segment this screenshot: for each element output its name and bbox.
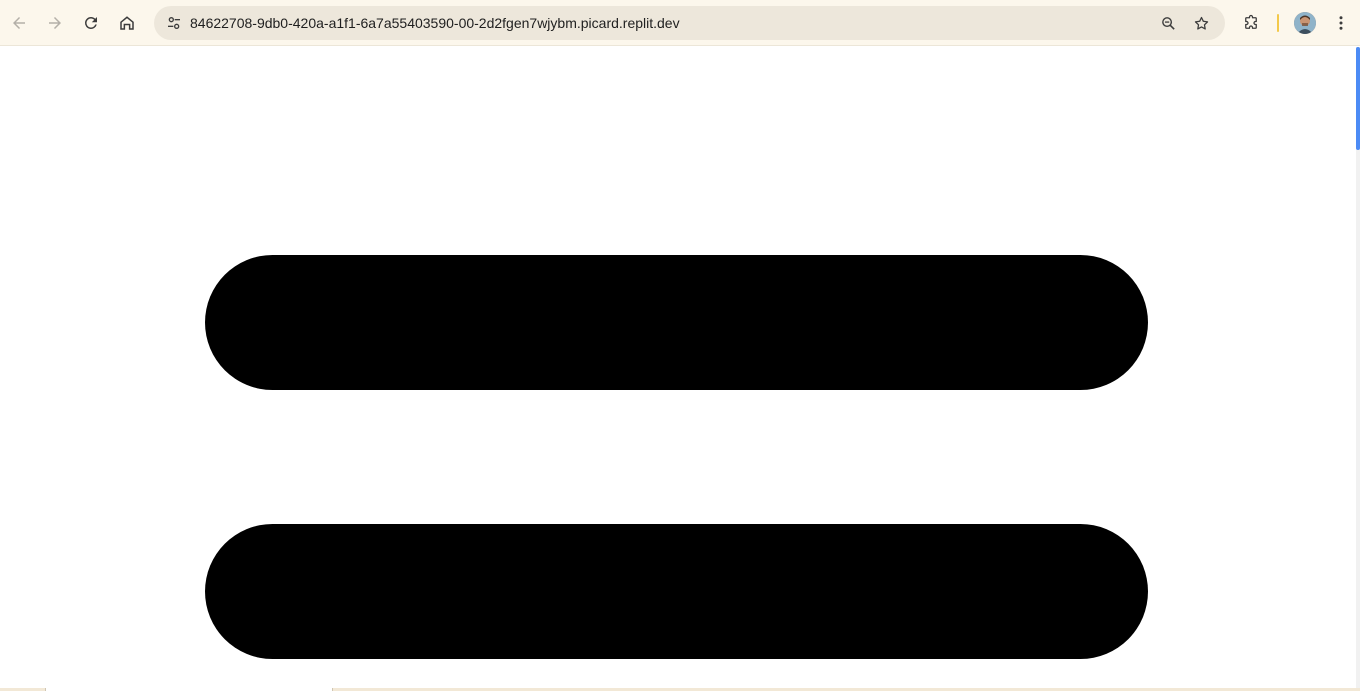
star-icon	[1194, 16, 1208, 30]
zoom-icon	[1161, 16, 1175, 30]
zoom-button[interactable]	[1154, 9, 1182, 37]
kebab-menu-icon	[1339, 16, 1343, 30]
home-icon	[120, 16, 134, 30]
top-black-bar	[205, 255, 1148, 390]
vertical-scrollbar[interactable]	[1356, 47, 1360, 688]
page-content	[0, 47, 1356, 688]
extensions-button[interactable]	[1235, 7, 1267, 39]
browser-toolbar: 84622708-9db0-420a-a1f1-6a7a55403590-00-…	[0, 0, 1360, 46]
tune-icon	[168, 16, 180, 29]
puzzle-icon	[1245, 14, 1257, 29]
home-button[interactable]	[111, 7, 143, 39]
back-button[interactable]	[3, 7, 35, 39]
avatar-icon	[1294, 12, 1316, 34]
reload-button[interactable]	[75, 7, 107, 39]
address-bar[interactable]: 84622708-9db0-420a-a1f1-6a7a55403590-00-…	[154, 6, 1225, 40]
arrow-left-icon	[13, 17, 25, 29]
menu-button[interactable]	[1325, 7, 1357, 39]
bookmark-button[interactable]	[1187, 9, 1215, 37]
reload-icon	[84, 16, 97, 29]
toolbar-separator	[1277, 14, 1279, 32]
profile-avatar[interactable]	[1294, 12, 1316, 34]
scroll-thumb[interactable]	[1356, 47, 1360, 150]
forward-button[interactable]	[39, 7, 71, 39]
arrow-right-icon	[49, 17, 61, 29]
url-text[interactable]: 84622708-9db0-420a-a1f1-6a7a55403590-00-…	[190, 6, 680, 40]
site-info-button[interactable]	[160, 9, 188, 37]
bottom-black-bar	[205, 524, 1148, 659]
